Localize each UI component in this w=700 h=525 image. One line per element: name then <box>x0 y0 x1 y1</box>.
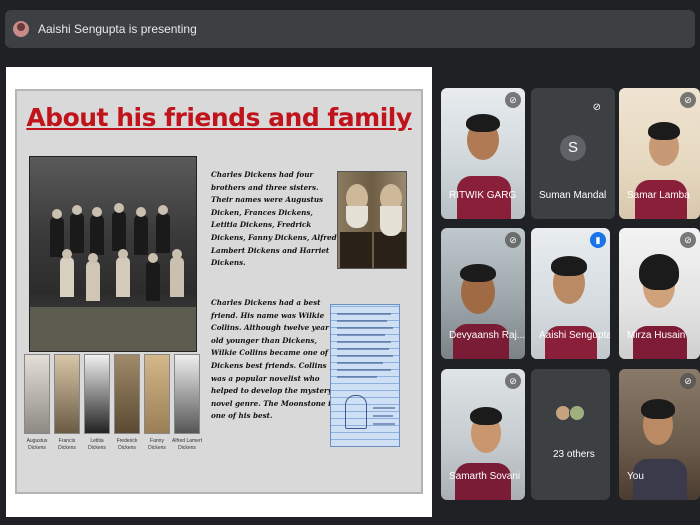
participant-tile[interactable]: ⊘ Samar Lamba <box>619 88 700 219</box>
portrait-label: Fanny Dickens <box>148 438 166 451</box>
best-friend-paragraph: Charles Dickens had a best friend. His n… <box>211 298 335 421</box>
others-tile[interactable]: 23 others <box>531 369 610 500</box>
top-bar: Aaishi Sengupta is presenting <box>0 0 700 58</box>
presenting-text: Aaishi Sengupta is presenting <box>38 22 197 36</box>
mic-off-icon: ⊘ <box>505 232 521 248</box>
presenting-banner[interactable]: Aaishi Sengupta is presenting <box>5 10 695 48</box>
participant-tile-active-speaker[interactable]: ▮ Aaishi Sengupta <box>531 228 610 359</box>
dickens-collins-photo <box>337 171 407 269</box>
portrait-label: Letitia Dickens <box>88 438 106 451</box>
participant-avatar: S <box>560 135 586 161</box>
mic-active-icon: ▮ <box>590 232 606 248</box>
mic-off-icon: ⊘ <box>592 102 601 113</box>
others-count: 23 others <box>553 449 595 460</box>
participant-name: Samarth Sovani <box>449 471 521 482</box>
portrait-label: Augustus Dickens <box>26 438 48 451</box>
participant-tile[interactable]: ⊘ S Suman Mandal <box>531 88 615 219</box>
participant-name: Samar Lamba <box>627 190 690 201</box>
participant-name: You <box>627 471 644 482</box>
participant-tile[interactable]: ⊘ Mirza Husain <box>619 228 700 359</box>
participant-tile[interactable]: ⊘ Devyaansh Raj... <box>441 228 525 359</box>
participant-name: RITWIK GARG <box>449 190 517 201</box>
siblings-paragraph: Charles Dickens had four brothers and th… <box>211 170 337 268</box>
portrait-label: Alfred Lamert Dickens <box>172 438 203 451</box>
mic-off-icon: ⊘ <box>680 232 696 248</box>
family-group-photo <box>29 156 197 352</box>
slide-title: About his friends and family <box>26 103 412 132</box>
participant-name: Mirza Husain <box>627 330 686 341</box>
participant-name: Suman Mandal <box>539 190 607 201</box>
self-view-tile[interactable]: ⊘ You <box>619 369 700 500</box>
mic-off-icon: ⊘ <box>680 373 696 389</box>
presenter-avatar <box>13 21 29 37</box>
participant-tile[interactable]: ⊘ RITWIK GARG <box>441 88 525 219</box>
presentation-slide: About his friends and family Augustus Di… <box>15 89 423 494</box>
shared-screen[interactable]: About his friends and family Augustus Di… <box>6 67 432 517</box>
portrait-label: Frederick Dickens <box>116 438 138 451</box>
participant-tile[interactable]: ⊘ Samarth Sovani <box>441 369 525 500</box>
mic-off-icon: ⊘ <box>505 373 521 389</box>
participant-name: Aaishi Sengupta <box>539 330 610 341</box>
handwritten-notebook-image <box>330 304 400 447</box>
participant-avatar <box>569 405 585 421</box>
portrait-label: Francis Dickens <box>58 438 76 451</box>
sibling-portraits: Augustus Dickens Francis Dickens Letitia… <box>22 354 202 474</box>
mic-off-icon: ⊘ <box>505 92 521 108</box>
mic-off-icon: ⊘ <box>680 92 696 108</box>
participant-name: Devyaansh Raj... <box>449 330 525 341</box>
